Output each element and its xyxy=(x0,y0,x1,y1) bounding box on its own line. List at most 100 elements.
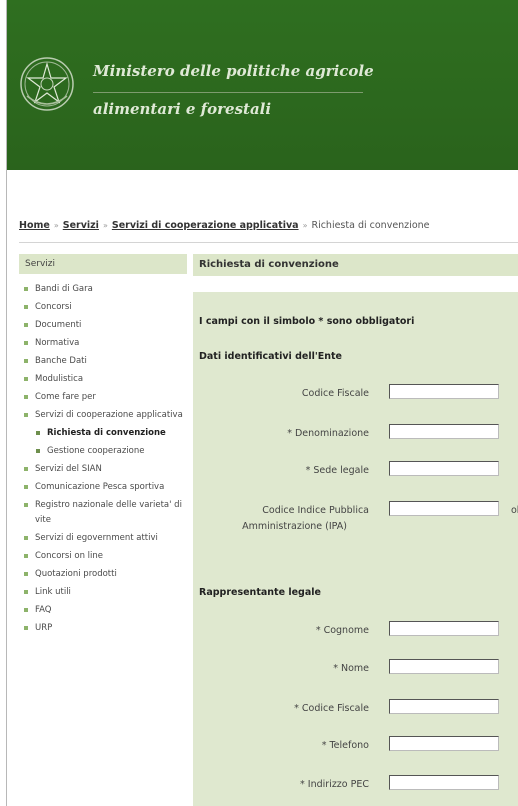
bullet-icon xyxy=(24,485,28,489)
bullet-icon xyxy=(36,431,40,435)
site-title[interactable]: Ministero delle politiche agricole alime… xyxy=(93,62,374,118)
bullet-icon xyxy=(24,554,28,558)
sidebar-item-banche-dati[interactable]: Banche Dati xyxy=(23,354,191,369)
breadcrumb-current: Richiesta di convenzione xyxy=(311,220,430,231)
sidebar-item-egovernment[interactable]: Servizi di egovernment attivi xyxy=(23,531,191,546)
sidebar-item-label: Servizi del SIAN xyxy=(35,464,102,474)
sidebar-item-pesca-sportiva[interactable]: Comunicazione Pesca sportiva xyxy=(23,480,191,495)
nav-politiche-nazionali[interactable]: Politiche nazionali xyxy=(286,185,396,198)
label-cognome: * Cognome xyxy=(315,625,369,636)
breadcrumb-divider xyxy=(19,242,518,243)
breadcrumb: Home» Servizi» Servizi di cooperazione app… xyxy=(19,220,430,231)
bullet-icon xyxy=(24,287,28,291)
republic-emblem-icon xyxy=(20,57,74,111)
sidebar-item-faq[interactable]: FAQ xyxy=(23,603,191,618)
label-denominazione: * Denominazione xyxy=(287,428,369,439)
sidebar-item-servizi-sian[interactable]: Servizi del SIAN xyxy=(23,462,191,477)
bullet-icon xyxy=(24,608,28,612)
codice-ipa-input[interactable] xyxy=(389,501,499,516)
label-codice-ipa-line1: Codice Indice Pubblica xyxy=(262,505,369,516)
sidebar-item-cooperazione-applicativa[interactable]: Servizi di cooperazione applicativa xyxy=(23,408,191,423)
bullet-icon xyxy=(24,305,28,309)
label-pec: * Indirizzo PEC xyxy=(300,779,369,790)
sidebar-item-label: Comunicazione Pesca sportiva xyxy=(35,482,165,492)
sidebar-item-label: Concorsi xyxy=(35,302,72,312)
sidebar-item-label: Link utili xyxy=(35,587,71,597)
nav-ministero[interactable]: Ministero xyxy=(19,185,76,198)
nav-prodotti[interactable]: Prodotti xyxy=(489,185,518,198)
sidebar-item-label: Banche Dati xyxy=(35,356,87,366)
nav-controlli[interactable]: Controlli xyxy=(417,185,468,198)
sidebar-item-normativa[interactable]: Normativa xyxy=(23,336,191,351)
telefono-input[interactable] xyxy=(389,736,499,751)
bullet-icon xyxy=(24,590,28,594)
cognome-input[interactable] xyxy=(389,621,499,636)
denominazione-input[interactable] xyxy=(389,424,499,439)
site-title-line2: alimentari e forestali xyxy=(93,100,272,118)
bullet-icon xyxy=(24,395,28,399)
nome-input[interactable] xyxy=(389,659,499,674)
sidebar-item-label: Normativa xyxy=(35,338,80,348)
breadcrumb-cooperazione[interactable]: Servizi di cooperazione applicativa xyxy=(112,220,299,231)
sidebar-menu: Bandi di Gara Concorsi Documenti Normati… xyxy=(23,282,191,639)
title-divider xyxy=(93,92,363,93)
label-rl-codice-fiscale: * Codice Fiscale xyxy=(294,703,369,714)
section-ente-heading: Dati identificativi dell'Ente xyxy=(199,351,343,362)
sidebar-item-label: Quotazioni prodotti xyxy=(35,569,117,579)
sidebar-item-documenti[interactable]: Documenti xyxy=(23,318,191,333)
bullet-icon xyxy=(24,341,28,345)
sidebar-item-urp[interactable]: URP xyxy=(23,621,191,636)
sidebar-item-modulistica[interactable]: Modulistica xyxy=(23,372,191,387)
sidebar-item-come-fare-per[interactable]: Come fare per xyxy=(23,390,191,405)
sidebar-item-label: Bandi di Gara xyxy=(35,284,93,294)
nav-politiche-europee[interactable]: Politiche europee xyxy=(160,185,266,198)
bullet-icon xyxy=(24,572,28,576)
sidebar-item-concorsi-online[interactable]: Concorsi on line xyxy=(23,549,191,564)
main-nav: Ministero Notizie Politiche europee Poli… xyxy=(7,178,518,204)
bullet-icon xyxy=(24,359,28,363)
sidebar-item-label: Concorsi on line xyxy=(35,551,104,561)
sidebar-item-label: Documenti xyxy=(35,320,82,330)
sidebar-item-concorsi[interactable]: Concorsi xyxy=(23,300,191,315)
breadcrumb-separator: » xyxy=(302,221,308,230)
pec-input[interactable] xyxy=(389,775,499,790)
sidebar-item-label: Gestione cooperazione xyxy=(47,446,145,456)
bullet-icon xyxy=(24,377,28,381)
bullet-icon xyxy=(24,626,28,630)
breadcrumb-separator: » xyxy=(102,221,108,230)
label-sede-legale: * Sede legale xyxy=(305,465,369,476)
form-panel xyxy=(193,292,518,806)
sidebar-item-gestione-cooperazione[interactable]: Gestione cooperazione xyxy=(23,444,191,459)
bullet-icon xyxy=(24,536,28,540)
section-rappresentante-heading: Rappresentante legale xyxy=(199,587,321,598)
bullet-icon xyxy=(24,323,28,327)
sidebar-item-label: Come fare per xyxy=(35,392,96,402)
sidebar-item-label: Servizi di egovernment attivi xyxy=(35,533,158,543)
sidebar-item-richiesta-convenzione[interactable]: Richiesta di convenzione xyxy=(23,426,191,441)
sidebar-item-label: Registro nazionale delle varieta' di vit… xyxy=(35,500,182,525)
label-codice-ipa-line2: Amministrazione (IPA) xyxy=(242,521,347,532)
codice-fiscale-input[interactable] xyxy=(389,384,499,399)
sidebar-heading: Servizi xyxy=(19,254,187,274)
breadcrumb-home[interactable]: Home xyxy=(19,220,50,231)
label-codice-ipa: Codice Indice Pubblica Amministrazione (… xyxy=(242,503,369,535)
sidebar-item-label: URP xyxy=(35,623,53,633)
sidebar-item-label: Servizi di cooperazione applicativa xyxy=(35,410,183,420)
breadcrumb-servizi[interactable]: Servizi xyxy=(63,220,99,231)
site-header: Ministero delle politiche agricole alime… xyxy=(7,0,518,198)
browser-page: Ministero delle politiche agricole alime… xyxy=(6,0,518,806)
bullet-icon xyxy=(36,449,40,453)
sidebar-item-link-utili[interactable]: Link utili xyxy=(23,585,191,600)
ipa-required-note: obb xyxy=(511,505,518,516)
rl-codice-fiscale-input[interactable] xyxy=(389,699,499,714)
sidebar-item-label: FAQ xyxy=(35,605,52,615)
label-codice-fiscale: Codice Fiscale xyxy=(301,388,369,399)
label-telefono: * Telefono xyxy=(321,740,369,751)
sidebar-item-quotazioni[interactable]: Quotazioni prodotti xyxy=(23,567,191,582)
nav-notizie[interactable]: Notizie xyxy=(97,185,139,198)
bullet-icon xyxy=(24,413,28,417)
sidebar-item-registro-vite[interactable]: Registro nazionale delle varieta' di vit… xyxy=(23,498,191,528)
sidebar-item-bandi-di-gara[interactable]: Bandi di Gara xyxy=(23,282,191,297)
page-title: Richiesta di convenzione xyxy=(193,254,518,276)
sede-legale-input[interactable] xyxy=(389,461,499,476)
